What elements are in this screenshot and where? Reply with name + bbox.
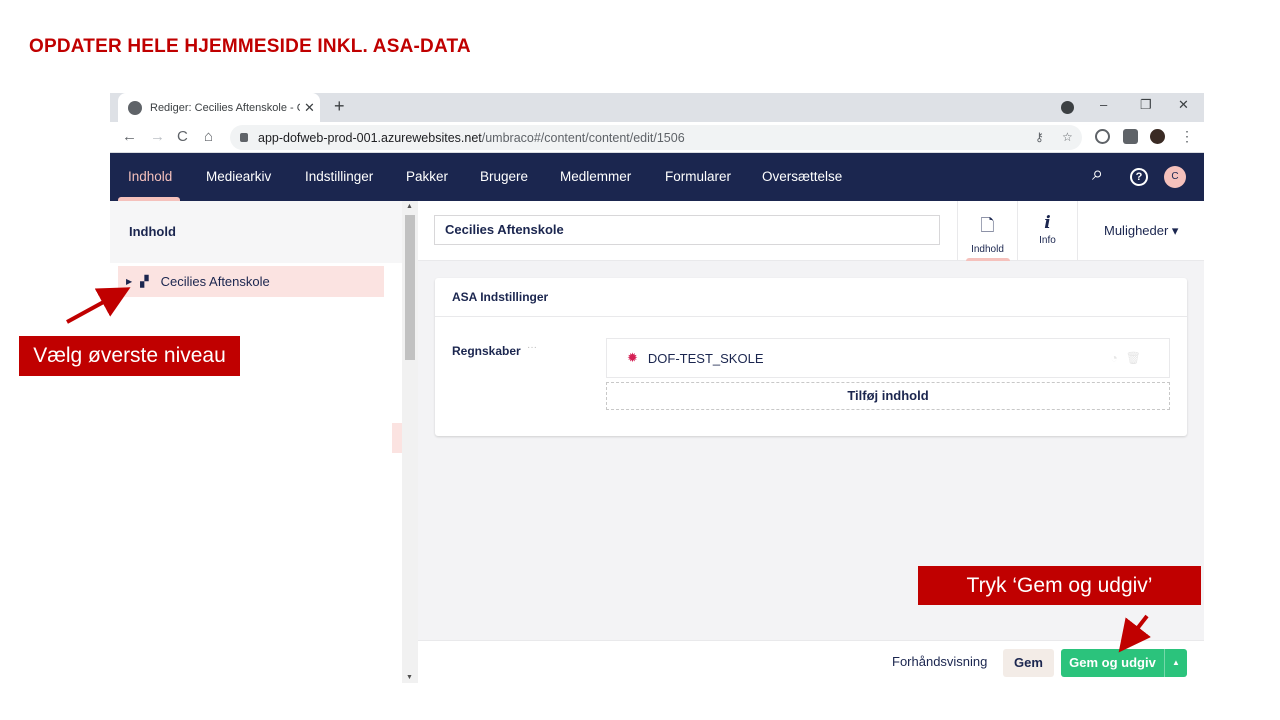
nav-indhold[interactable]: Indhold xyxy=(128,169,172,184)
app-tab-label: Indhold xyxy=(971,244,1004,255)
globe-icon xyxy=(128,100,142,115)
browser-tab-bar: Rediger: Cecilies Aftenskole - Co ✕ + – … xyxy=(110,93,1204,122)
content-tree-sidebar: Indhold ▶ ▞ Cecilies Aftenskole ▲ ▼ xyxy=(110,201,418,683)
expand-caret-icon[interactable]: ▶ xyxy=(126,277,132,286)
scrollbar-thumb[interactable] xyxy=(405,215,415,360)
property-actions-icon[interactable]: ··· xyxy=(527,342,537,353)
address-toolbar: ← → C ⌂ app-dofweb-prod-001.azurewebsite… xyxy=(110,122,1204,153)
home-button[interactable]: ⌂ xyxy=(204,128,213,145)
info-icon: i xyxy=(1044,213,1051,233)
nav-formularer[interactable]: Formularer xyxy=(665,169,731,184)
active-tab-indicator xyxy=(966,258,1010,261)
nav-mediearkiv[interactable]: Mediearkiv xyxy=(206,169,271,184)
options-dropdown[interactable]: Muligheder ▾ xyxy=(1077,201,1204,261)
sidebar-scrollbar[interactable]: ▲ ▼ xyxy=(402,201,418,683)
save-and-publish-button[interactable]: Gem og udgiv ▲ xyxy=(1061,649,1187,677)
app-tab-label: Info xyxy=(1039,235,1056,246)
editor-header: Cecilies Aftenskole 🗋 Indhold i Info Mul… xyxy=(418,201,1204,261)
tree-item-label: Cecilies Aftenskole xyxy=(160,274,270,289)
node-name-input[interactable]: Cecilies Aftenskole xyxy=(434,215,940,245)
block-item-actions[interactable]: ◔🗑 xyxy=(1111,351,1149,365)
url-path: /umbraco#/content/content/edit/1506 xyxy=(481,130,685,145)
scroll-up-icon[interactable]: ▲ xyxy=(406,203,413,210)
save-button[interactable]: Gem xyxy=(1003,649,1054,677)
tree-resize-handle[interactable] xyxy=(392,423,402,453)
tab-search-icon[interactable] xyxy=(1061,101,1074,114)
tree-item-cecilies-aftenskole[interactable]: ▶ ▞ Cecilies Aftenskole xyxy=(118,266,384,297)
editor-footer: Forhåndsvisning Gem Gem og udgiv ▲ xyxy=(418,640,1204,683)
slide-title: OPDATER HELE HJEMMESIDE INKL. ASA-DATA xyxy=(29,36,471,57)
address-bar[interactable]: app-dofweb-prod-001.azurewebsites.net/um… xyxy=(230,125,1082,150)
url-host: app-dofweb-prod-001.azurewebsites.net xyxy=(258,130,482,145)
key-icon[interactable]: ⚷ xyxy=(1035,130,1044,144)
close-tab-icon[interactable]: ✕ xyxy=(304,100,315,116)
property-label: Regnskaber xyxy=(452,344,521,358)
group-title: ASA Indstillinger xyxy=(435,278,1187,317)
lock-icon xyxy=(240,133,248,142)
close-window-button[interactable]: ✕ xyxy=(1178,97,1189,113)
scroll-down-icon[interactable]: ▼ xyxy=(406,674,413,681)
help-icon[interactable]: ? xyxy=(1130,168,1148,186)
callout-press-save-publish: Tryk ‘Gem og udgiv’ xyxy=(918,566,1201,605)
save-and-publish-label[interactable]: Gem og udgiv xyxy=(1061,649,1165,677)
profile-avatar-icon[interactable] xyxy=(1150,129,1165,144)
gear-icon: ✹ xyxy=(627,350,638,365)
sidebar-header: Indhold xyxy=(110,201,402,263)
block-item-label: DOF-TEST_SKOLE xyxy=(647,350,764,366)
sitemap-icon: ▞ xyxy=(140,276,149,288)
sidebar-title: Indhold xyxy=(129,224,176,239)
callout-select-top-level: Vælg øverste niveau xyxy=(19,336,240,376)
browser-tab[interactable]: Rediger: Cecilies Aftenskole - Co ✕ xyxy=(118,93,320,122)
app-tab-info[interactable]: i Info xyxy=(1017,201,1077,261)
user-avatar[interactable]: C xyxy=(1164,166,1186,188)
reload-button[interactable]: C xyxy=(177,128,188,145)
nav-indstillinger[interactable]: Indstillinger xyxy=(305,169,373,184)
publish-options-caret-icon[interactable]: ▲ xyxy=(1165,649,1187,677)
forward-button[interactable]: → xyxy=(150,128,165,145)
property-group-card: ASA Indstillinger Regnskaber ··· ✹ DOF-T… xyxy=(435,278,1187,436)
pinterest-extension-icon[interactable] xyxy=(1095,129,1110,144)
app-tab-indhold[interactable]: 🗋 Indhold xyxy=(957,201,1017,261)
document-icon: 🗋 xyxy=(980,216,995,236)
nav-medlemmer[interactable]: Medlemmer xyxy=(560,169,631,184)
minimize-button[interactable]: – xyxy=(1100,97,1107,112)
search-icon[interactable]: ⌕ xyxy=(1092,163,1103,186)
nav-brugere[interactable]: Brugere xyxy=(480,169,528,184)
nav-oversaettelse[interactable]: Oversættelse xyxy=(762,169,842,184)
add-content-button[interactable]: Tilføj indhold xyxy=(606,382,1170,410)
star-icon[interactable]: ☆ xyxy=(1062,130,1073,144)
block-list-item[interactable]: ✹ DOF-TEST_SKOLE ◔🗑 xyxy=(606,338,1170,378)
preview-button[interactable]: Forhåndsvisning xyxy=(892,654,987,669)
nav-pakker[interactable]: Pakker xyxy=(406,169,448,184)
puzzle-extensions-icon[interactable] xyxy=(1123,129,1138,144)
tab-title: Rediger: Cecilies Aftenskole - Co xyxy=(150,101,300,114)
menu-dots-icon[interactable]: ⋮ xyxy=(1180,128,1194,145)
back-button[interactable]: ← xyxy=(122,128,137,145)
restore-button[interactable]: ❐ xyxy=(1140,97,1152,113)
new-tab-button[interactable]: + xyxy=(334,96,345,117)
section-nav: Indhold Mediearkiv Indstillinger Pakker … xyxy=(110,153,1204,201)
